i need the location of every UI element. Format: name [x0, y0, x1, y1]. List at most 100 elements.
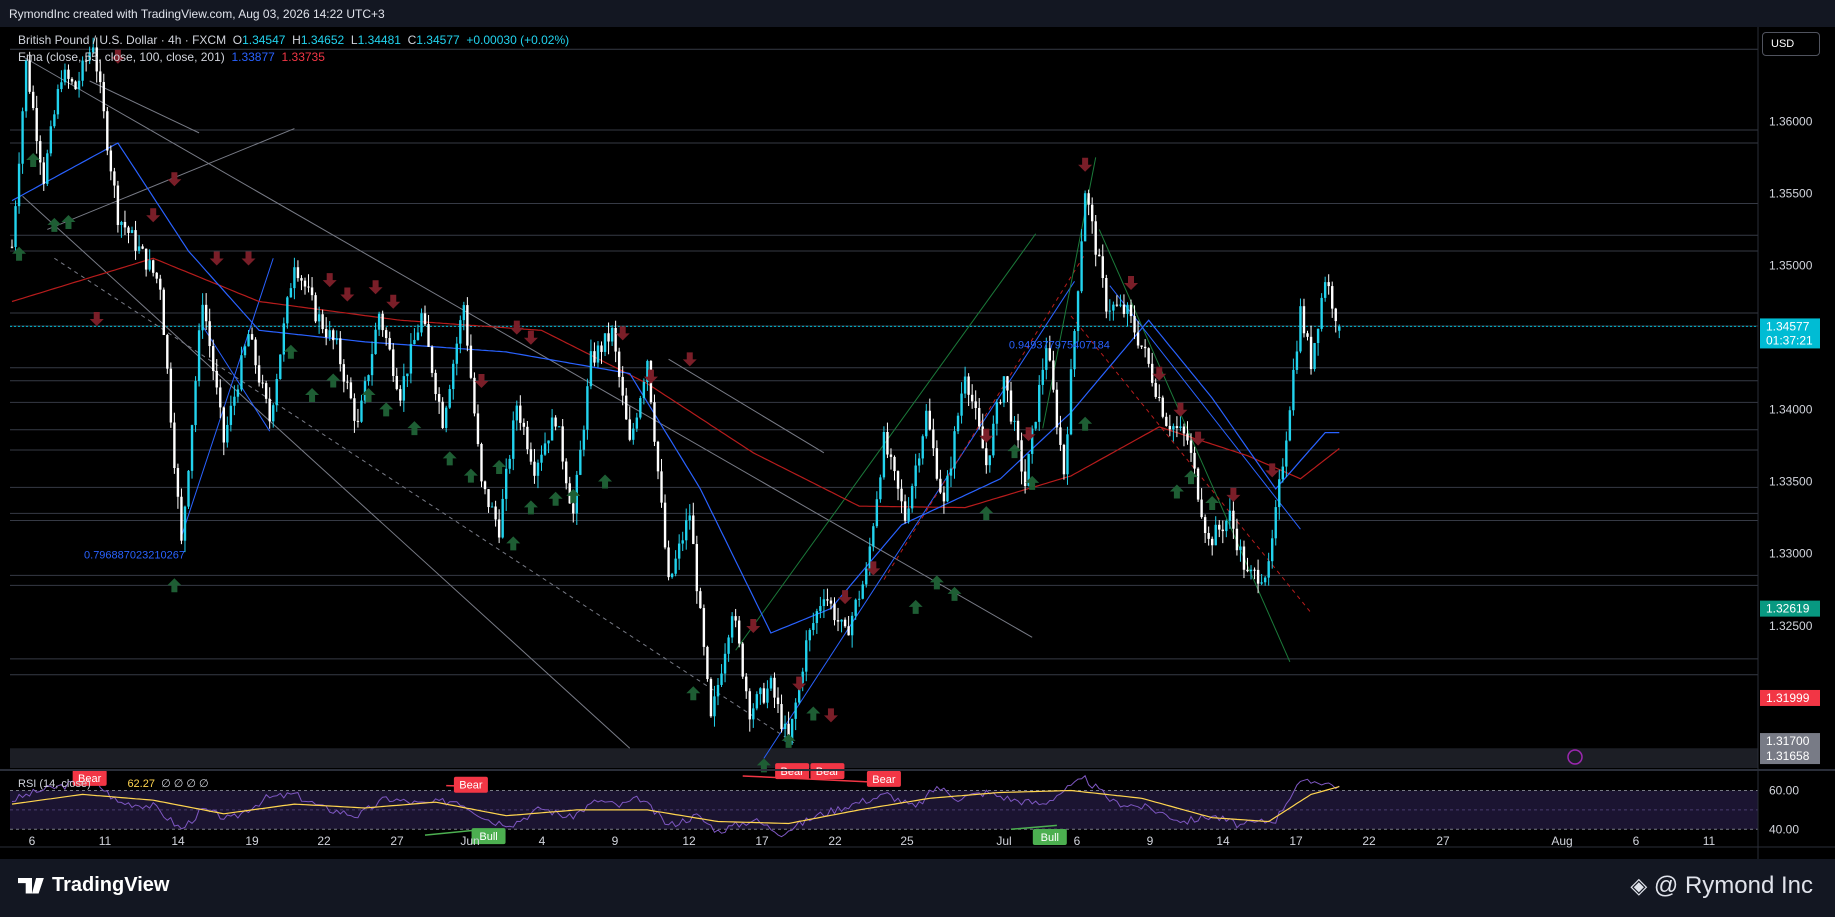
candle-body[interactable] [985, 448, 988, 466]
candle-body[interactable] [67, 69, 70, 79]
candle-body[interactable] [1186, 433, 1189, 441]
candle-body[interactable] [219, 387, 222, 408]
candle-body[interactable] [360, 400, 363, 422]
candle-body[interactable] [1299, 306, 1302, 352]
candle-body[interactable] [1154, 382, 1157, 397]
candle-body[interactable] [1143, 346, 1147, 349]
candle-body[interactable] [1052, 360, 1055, 390]
candle-body[interactable] [1006, 376, 1009, 391]
candle-body[interactable] [1334, 308, 1337, 322]
candle-body[interactable] [434, 372, 437, 395]
candle-body[interactable] [543, 443, 547, 455]
candle-body[interactable] [512, 420, 515, 459]
candle-body[interactable] [903, 501, 907, 521]
candle-body[interactable] [865, 568, 868, 585]
candle-body[interactable] [607, 333, 610, 342]
candle-body[interactable] [554, 417, 557, 427]
candle-body[interactable] [1062, 444, 1066, 475]
candle-body[interactable] [748, 691, 751, 720]
candle-body[interactable] [469, 345, 473, 378]
candle-body[interactable] [1119, 304, 1122, 306]
candle-body[interactable] [342, 364, 346, 382]
candle-body[interactable] [226, 424, 229, 443]
candle-body[interactable] [395, 375, 398, 390]
candle-body[interactable] [656, 441, 660, 472]
candle-body[interactable] [448, 389, 451, 408]
candle-body[interactable] [1253, 569, 1256, 571]
candle-body[interactable] [889, 454, 893, 457]
candle-body[interactable] [162, 289, 165, 336]
candle-body[interactable] [1023, 471, 1027, 486]
candle-body[interactable] [1320, 297, 1323, 329]
candle-body[interactable] [240, 355, 243, 390]
candle-body[interactable] [928, 410, 931, 430]
candle-body[interactable] [356, 420, 360, 422]
candle-body[interactable] [1112, 304, 1115, 311]
candle-body[interactable] [550, 417, 554, 441]
candle-body[interactable] [466, 305, 469, 346]
candle-body[interactable] [529, 449, 533, 462]
candle-body[interactable] [459, 320, 462, 344]
candle-body[interactable] [826, 599, 829, 601]
candle-body[interactable] [794, 702, 797, 719]
candle-body[interactable] [137, 246, 141, 251]
candle-body[interactable] [589, 351, 593, 387]
candle-body[interactable] [109, 150, 113, 172]
candle-body[interactable] [600, 345, 603, 352]
candle-body[interactable] [77, 80, 81, 90]
candle-body[interactable] [1069, 369, 1073, 435]
candle-body[interactable] [822, 599, 826, 607]
candle-body[interactable] [593, 351, 596, 363]
candle-body[interactable] [353, 398, 356, 421]
candle-body[interactable] [39, 141, 42, 163]
candle-body[interactable] [155, 272, 158, 279]
candle-body[interactable] [780, 704, 783, 729]
candle-body[interactable] [653, 402, 656, 442]
candle-body[interactable] [755, 694, 759, 709]
candle-body[interactable] [1278, 479, 1281, 508]
currency-button[interactable]: USD [1762, 32, 1820, 56]
candle-body[interactable] [681, 540, 684, 544]
candle-body[interactable] [1101, 256, 1104, 279]
candle-body[interactable] [494, 506, 497, 520]
candle-body[interactable] [723, 653, 727, 674]
candle-body[interactable] [1232, 510, 1235, 529]
candle-body[interactable] [416, 332, 420, 340]
candle-body[interactable] [1066, 434, 1069, 475]
candle-body[interactable] [677, 543, 681, 559]
candle-body[interactable] [53, 114, 56, 127]
candle-body[interactable] [250, 334, 254, 340]
candle-body[interactable] [995, 402, 999, 424]
candle-body[interactable] [815, 611, 819, 624]
candle-body[interactable] [328, 330, 331, 338]
candle-body[interactable] [1108, 310, 1112, 312]
candle-body[interactable] [1150, 363, 1154, 383]
candle-body[interactable] [490, 506, 494, 508]
candle-body[interactable] [850, 615, 854, 636]
candle-body[interactable] [56, 89, 60, 115]
candle-body[interactable] [547, 440, 550, 444]
candle-body[interactable] [409, 344, 413, 374]
candle-body[interactable] [194, 381, 197, 426]
candle-body[interactable] [752, 708, 755, 720]
candle-body[interactable] [1122, 304, 1126, 314]
candle-body[interactable] [949, 468, 953, 476]
candle-body[interactable] [21, 111, 24, 164]
candle-body[interactable] [893, 456, 896, 472]
candle-body[interactable] [1179, 426, 1182, 428]
candle-body[interactable] [1094, 221, 1097, 255]
candle-body[interactable] [187, 470, 190, 507]
candle-body[interactable] [413, 339, 416, 345]
candle-body[interactable] [1256, 569, 1260, 584]
candle-body[interactable] [1246, 569, 1249, 572]
candle-body[interactable] [1288, 410, 1292, 441]
candle-body[interactable] [46, 153, 49, 184]
candle-body[interactable] [1242, 546, 1246, 570]
candle-body[interactable] [720, 673, 723, 685]
candle-body[interactable] [497, 519, 501, 538]
candle-body[interactable] [190, 425, 194, 471]
candle-body[interactable] [314, 295, 317, 322]
candle-body[interactable] [399, 389, 402, 401]
candle-body[interactable] [639, 398, 642, 418]
candle-body[interactable] [914, 465, 917, 487]
